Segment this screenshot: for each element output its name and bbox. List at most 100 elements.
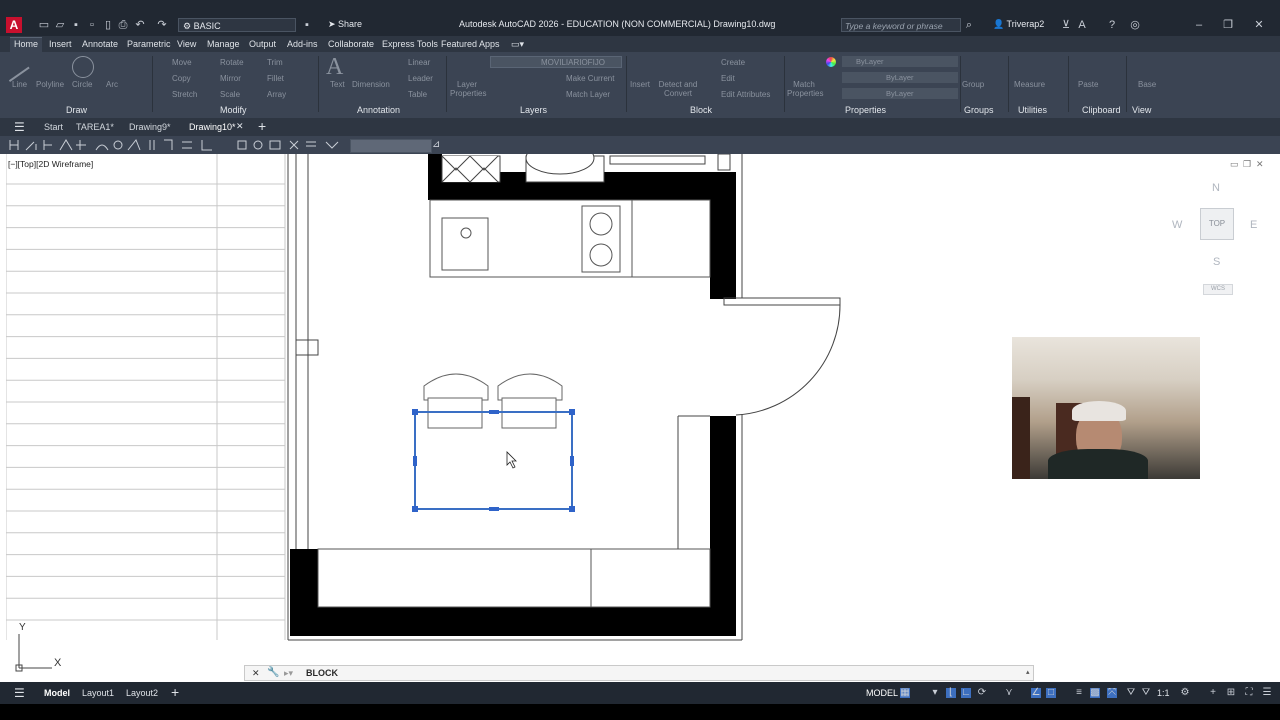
lineweight-icon[interactable]: ≡ [1074,688,1084,698]
leader-button[interactable]: Leader [408,74,433,83]
annotation-scale[interactable]: 1:1 [1157,688,1170,698]
tab-annotate[interactable]: Annotate [82,39,118,49]
linetype-dropdown[interactable]: ByLayer [842,72,958,83]
cart-icon[interactable]: ⊻ [1060,19,1072,31]
workspace-switching-icon[interactable]: ⚙ [1180,688,1190,698]
arc-button[interactable]: Arc [106,80,118,89]
collaborate-icon[interactable]: ◎ [1129,19,1141,31]
maximize-icon[interactable]: ❐ [1222,19,1234,31]
dimension-button[interactable]: Dimension [352,80,390,89]
save-dropdown-icon[interactable]: ▪ [301,19,313,31]
ribbon-display-toggle-icon[interactable]: ▭▾ [511,39,524,50]
share-button[interactable]: ➤ Share [328,19,362,30]
properties-panel-title[interactable]: Properties [845,105,886,115]
user-account[interactable]: 👤 Triverap2 [993,19,1044,30]
fillet-button[interactable]: Fillet [267,74,284,83]
workspace-dropdown[interactable]: ⚙ BASIC [178,18,296,32]
layers-panel-title[interactable]: Layers [520,105,547,115]
save-icon[interactable]: ▪ [70,19,82,31]
snap-mode-icon[interactable]: ▾ [930,688,940,698]
polar-tracking-icon[interactable]: ⟳ [977,688,987,698]
customize-icon[interactable]: 🔧 [267,667,279,678]
transparency-icon[interactable]: ▩ [1090,688,1100,698]
ortho-icon[interactable]: ∟ [961,688,971,698]
tab-featured-apps[interactable]: Featured Apps [441,39,500,49]
annotation-monitor-icon[interactable]: + [1208,688,1218,698]
trim-button[interactable]: Trim [267,58,283,67]
tab-tarea1[interactable]: TAREA1* [76,122,114,132]
layer-dropdown[interactable]: MOVILIARIOFIJO [490,56,622,68]
close-tab-icon[interactable]: ✕ [236,121,244,132]
tab-start[interactable]: Start [44,122,63,132]
utilities-panel-title[interactable]: Utilities [1018,105,1047,115]
application-menu-icon[interactable]: ☰ [14,120,25,134]
tab-manage[interactable]: Manage [207,39,240,49]
detect-convert-button[interactable]: Detect and Convert [658,80,698,98]
tab-insert[interactable]: Insert [49,39,72,49]
insert-block-button[interactable]: Insert [630,80,650,89]
object-snap-icon[interactable]: □ [1046,688,1056,698]
viewcube-east[interactable]: E [1250,219,1257,231]
customization-menu-icon[interactable]: ☰ [1262,688,1272,698]
base-view-button[interactable]: Base [1138,80,1156,89]
move-button[interactable]: Move [172,58,192,67]
paste-button[interactable]: Paste [1078,80,1098,89]
clipboard-panel-title[interactable]: Clipboard [1082,105,1121,115]
text-button[interactable]: Text [330,80,345,89]
model-space-indicator[interactable]: MODEL [866,688,898,698]
copy-button[interactable]: Copy [172,74,191,83]
viewcube-north[interactable]: N [1212,182,1220,194]
tab-model[interactable]: Model [44,688,70,698]
search-icon[interactable]: ⌕ [963,19,975,31]
annotation-visibility-icon[interactable]: ⛛ [1126,688,1136,698]
command-line[interactable] [244,665,1034,681]
viewcube-south[interactable]: S [1213,256,1220,268]
tab-collaborate[interactable]: Collaborate [328,39,374,49]
annotation-autoscale-icon[interactable]: ⛛ [1141,688,1151,698]
help-icon[interactable]: ? [1106,19,1118,31]
table-button[interactable]: Table [408,90,427,99]
draw-panel-title[interactable]: Draw [66,105,87,115]
clean-screen-icon[interactable]: ⛶ [1244,688,1254,698]
line-button[interactable]: Line [12,80,27,89]
viewcube-top-face[interactable]: TOP [1200,208,1234,240]
group-button[interactable]: Group [962,80,984,89]
dimstyle-dropdown[interactable] [350,139,432,153]
linear-button[interactable]: Linear [408,58,430,67]
autodesk-a360-icon[interactable]: A [1076,19,1088,31]
dimension-tools-icons[interactable] [6,138,346,152]
create-block-button[interactable]: Create [721,58,745,67]
edit-attributes-button[interactable]: Edit Attributes [721,90,770,99]
annotation-panel-title[interactable]: Annotation [357,105,400,115]
block-panel-title[interactable]: Block [690,105,712,115]
rotate-button[interactable]: Rotate [220,58,244,67]
floor-plan-drawing[interactable] [286,154,846,644]
measure-button[interactable]: Measure [1014,80,1045,89]
match-properties-button[interactable]: Match Properties [787,80,823,98]
tab-layout1[interactable]: Layout1 [82,688,114,698]
tab-addins[interactable]: Add-ins [287,39,318,49]
scale-button[interactable]: Scale [220,90,240,99]
tab-layout2[interactable]: Layout2 [126,688,158,698]
redo-icon[interactable]: ↷ [156,19,168,31]
wcs-dropdown[interactable]: WCS [1203,284,1233,295]
tab-express-tools[interactable]: Express Tools [382,39,438,49]
new-file-icon[interactable]: ▭ [38,19,50,31]
object-snap-tracking-icon[interactable]: ∠ [1031,688,1041,698]
tab-drawing10[interactable]: Drawing10* [189,122,236,132]
make-current-button[interactable]: Make Current [566,74,614,83]
edit-block-button[interactable]: Edit [721,74,735,83]
chair-blocks[interactable] [423,373,563,429]
tab-drawing9[interactable]: Drawing9* [129,122,171,132]
minimize-icon[interactable]: – [1193,19,1205,31]
viewport-close-icon[interactable]: ✕ [1256,159,1264,170]
viewport-restore-icon[interactable]: ❐ [1243,159,1251,170]
command-expand-icon[interactable]: ▴ [1026,668,1030,676]
isodraft-icon[interactable]: ⋎ [1004,688,1014,698]
units-icon[interactable]: ⊞ [1226,688,1236,698]
grid-icon[interactable]: ▦ [900,688,910,698]
match-layer-button[interactable]: Match Layer [566,90,610,99]
command-history-icon[interactable]: ▸▾ [284,668,293,679]
color-wheel-icon[interactable] [826,57,836,67]
tab-view[interactable]: View [177,39,196,49]
